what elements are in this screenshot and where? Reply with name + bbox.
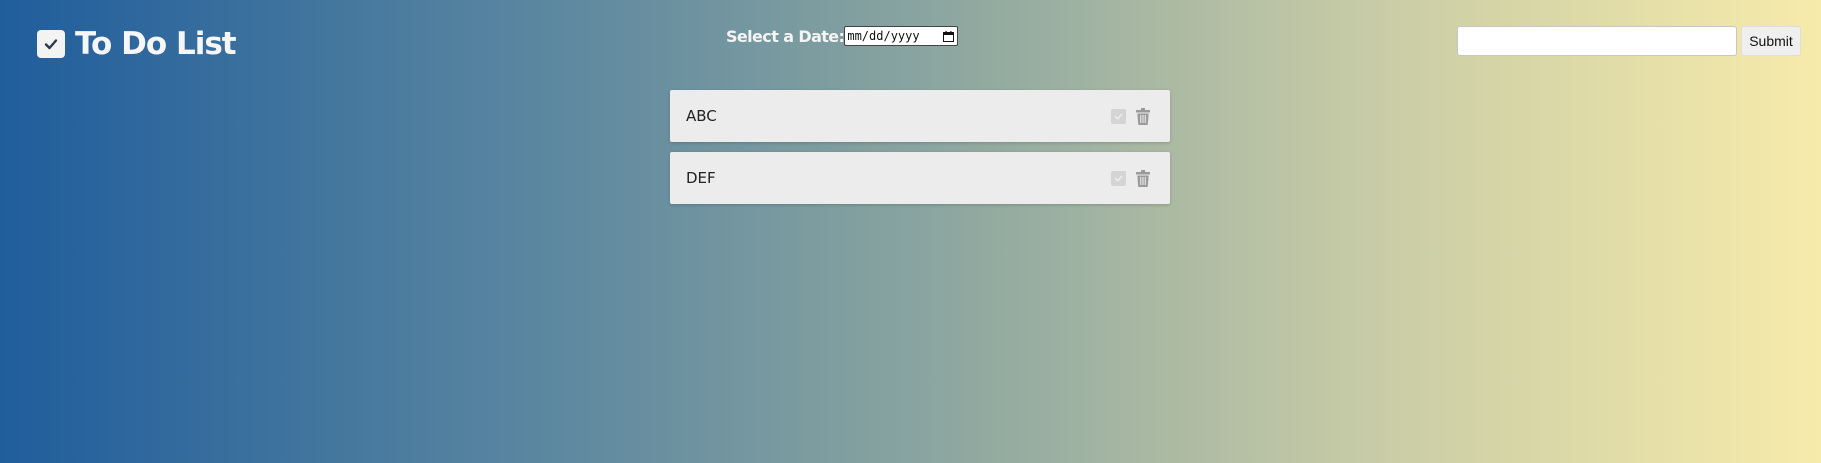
trash-icon — [1135, 169, 1150, 187]
date-input-text: mm/dd/yyyy — [847, 29, 920, 43]
calendar-icon[interactable] — [942, 30, 954, 42]
check-square-icon — [37, 30, 65, 58]
add-task-form: Submit — [1457, 26, 1801, 56]
delete-task-button[interactable] — [1135, 107, 1150, 125]
app-header: To Do List — [37, 26, 237, 62]
page-title: To Do List — [75, 26, 237, 62]
task-actions — [1111, 169, 1150, 187]
task-input[interactable] — [1457, 26, 1737, 56]
trash-icon — [1135, 107, 1150, 125]
task-item: DEF — [670, 152, 1170, 204]
task-item: ABC — [670, 90, 1170, 142]
delete-task-button[interactable] — [1135, 169, 1150, 187]
date-label: Select a Date: — [726, 26, 845, 46]
submit-button[interactable]: Submit — [1741, 26, 1801, 56]
task-text: DEF — [686, 169, 716, 187]
task-actions — [1111, 107, 1150, 125]
check-square-icon — [1114, 175, 1123, 182]
complete-task-button[interactable] — [1111, 108, 1126, 124]
task-list: ABC DEF — [670, 90, 1170, 214]
date-picker: Select a Date: mm/dd/yyyy — [726, 26, 959, 46]
date-input[interactable]: mm/dd/yyyy — [844, 26, 959, 46]
task-text: ABC — [686, 107, 717, 125]
check-square-icon — [1114, 113, 1123, 120]
complete-task-button[interactable] — [1111, 170, 1126, 186]
